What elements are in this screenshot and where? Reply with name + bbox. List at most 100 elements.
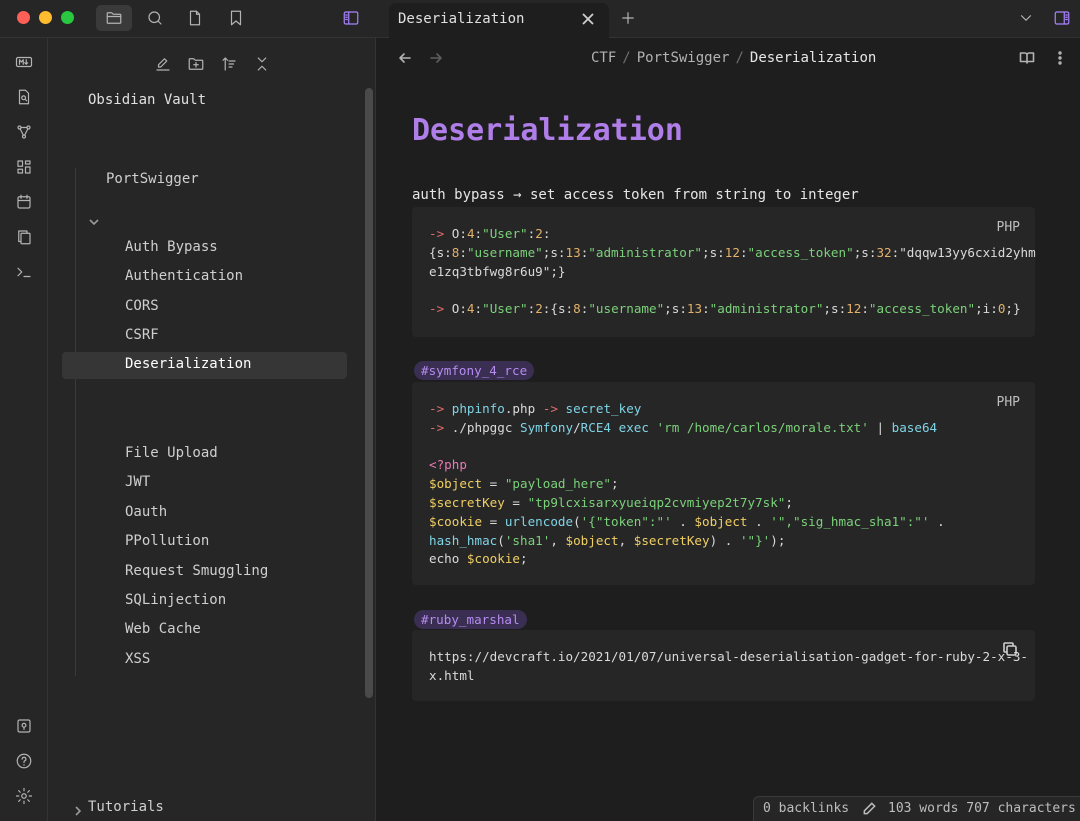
sidebar-folder-portswigger[interactable]: PortSwigger <box>106 171 199 187</box>
code1-line-0: O:4:"User":2: <box>451 226 551 241</box>
collapse-all-button[interactable] <box>251 53 273 75</box>
folder-icon <box>106 12 122 24</box>
title-bar: Deserialization <box>0 0 1080 38</box>
sidebar-item-request-smuggling[interactable]: Request Smuggling <box>125 563 268 579</box>
vault-switcher-button[interactable] <box>13 715 35 737</box>
markdown-button[interactable] <box>13 51 35 73</box>
help-icon <box>16 753 32 769</box>
copy-pages-icon <box>18 230 31 245</box>
sidebar-item-authentication[interactable]: Authentication <box>125 268 243 284</box>
toggle-left-sidebar-button[interactable] <box>333 5 369 31</box>
word-count: 103 words 707 characters <box>888 801 1076 816</box>
breadcrumb-ctf[interactable]: CTF <box>591 50 616 66</box>
backlinks-count[interactable]: 0 backlinks <box>763 801 849 816</box>
more-vertical-icon <box>1058 51 1062 65</box>
tag-ruby-marshal[interactable]: #ruby_marshal <box>414 610 527 629</box>
vault-icon <box>17 719 31 733</box>
sidebar-item-oauth[interactable]: Oauth <box>125 504 167 520</box>
bookmark-icon <box>230 10 242 26</box>
sidebar-item-file-upload[interactable]: File Upload <box>125 445 218 461</box>
sidebar-item-sqlinjection[interactable]: SQLinjection <box>125 592 226 608</box>
forward-button[interactable] <box>428 50 446 68</box>
search-file-button[interactable] <box>13 86 35 108</box>
graph-view-button[interactable] <box>13 121 35 143</box>
tab-list-button[interactable] <box>1008 5 1044 31</box>
tab-close-button[interactable] <box>581 11 599 29</box>
sort-button[interactable] <box>218 53 240 75</box>
sidebar-item-csrf[interactable]: CSRF <box>125 327 159 343</box>
canvas-button[interactable] <box>13 156 35 178</box>
chevron-right-icon <box>72 802 86 816</box>
search-button[interactable] <box>137 5 173 31</box>
sidebar-item-auth-bypass[interactable]: Auth Bypass <box>125 239 218 255</box>
graph-icon <box>17 125 31 139</box>
code3-line-1: x.html <box>429 667 475 683</box>
bookmarks-button[interactable] <box>218 5 254 31</box>
help-button[interactable] <box>13 750 35 772</box>
maximize-window-button[interactable] <box>61 11 74 24</box>
close-window-button[interactable] <box>17 11 30 24</box>
calendar-icon <box>17 194 31 209</box>
sidebar-left-icon <box>343 11 359 25</box>
new-folder-button[interactable] <box>185 53 207 75</box>
code-block-2[interactable]: PHP -> phpinfo.php -> secret_key -> ./ph… <box>412 382 1035 585</box>
code2-line-1: -> ./phpggc Symfony/RCE4 exec 'rm /home/… <box>429 419 938 435</box>
reading-view-button[interactable] <box>1019 50 1037 68</box>
dashboard-icon <box>17 160 31 174</box>
tree-guide-line <box>75 168 76 676</box>
new-file-button[interactable] <box>177 5 213 31</box>
new-tab-button[interactable] <box>610 5 646 31</box>
templates-button[interactable] <box>13 226 35 248</box>
code-block-3[interactable]: https://devcraft.io/2021/01/07/universal… <box>412 630 1035 701</box>
markdown-icon <box>15 56 33 68</box>
plus-icon <box>622 12 634 24</box>
sidebar-item-web-cache[interactable]: Web Cache <box>125 621 201 637</box>
collapse-icon <box>257 57 267 71</box>
sidebar-item-deserialization[interactable]: Deserialization <box>125 356 251 372</box>
pencil-icon <box>863 802 876 815</box>
command-palette-button[interactable] <box>13 261 35 283</box>
code1-line-2: e1zq3tbfwg8r6u9";} <box>429 263 566 279</box>
tag-symfony[interactable]: #symfony_4_rce <box>414 361 535 380</box>
ribbon <box>0 38 48 821</box>
code-content: -> phpinfo.php -> secret_key -> ./phpggc… <box>429 400 945 569</box>
settings-button[interactable] <box>13 785 35 807</box>
breadcrumb-portswigger[interactable]: PortSwigger <box>637 50 730 66</box>
vault-name: Obsidian Vault <box>88 92 207 108</box>
back-button[interactable] <box>397 50 415 68</box>
code2-line-7: hash_hmac('sha1', $object, $secretKey) .… <box>429 532 786 548</box>
sidebar-item-cors[interactable]: CORS <box>125 298 159 314</box>
code2-line-6: $cookie = urlencode('{"token":"' . $obje… <box>429 513 945 529</box>
sidebar-folder-tutorials[interactable]: Tutorials <box>88 799 164 815</box>
arrow-right-icon <box>430 53 442 63</box>
code2-line-0: -> phpinfo.php -> secret_key <box>429 401 642 416</box>
file-search-icon <box>18 89 30 105</box>
code2-line-8: echo $cookie; <box>429 551 528 567</box>
arrow-left-icon <box>399 53 411 63</box>
code-content: https://devcraft.io/2021/01/07/universal… <box>429 648 1028 686</box>
code1-line-1: {s:8:"username";s:13:"administrator";s:1… <box>429 244 1036 260</box>
status-bar: 0 backlinks 103 words 707 characters <box>753 796 1080 821</box>
folder-plus-icon <box>188 58 204 70</box>
more-options-button[interactable] <box>1052 50 1070 68</box>
sidebar-item-ppollution[interactable]: PPollution <box>125 533 209 549</box>
code-block-1[interactable]: PHP -> O:4:"User":2: {s:8:"username";s:1… <box>412 207 1036 337</box>
sidebar-item-xss[interactable]: XSS <box>125 651 150 667</box>
breadcrumb-current[interactable]: Deserialization <box>750 50 876 66</box>
sidebar-scrollbar[interactable] <box>365 88 373 698</box>
code2-line-3: <?php <box>429 457 467 473</box>
sidebar-item-jwt[interactable]: JWT <box>125 474 150 490</box>
tab-title: Deserialization <box>398 11 525 27</box>
search-icon <box>148 11 162 25</box>
daily-note-button[interactable] <box>13 191 35 213</box>
sidebar-right-icon <box>1054 11 1070 25</box>
code1-line-4: -> O:4:"User":2:{s:8:"username";s:13:"ad… <box>429 301 1021 317</box>
tab-deserialization[interactable]: Deserialization <box>389 3 609 38</box>
note-text: auth bypass → set access token from stri… <box>412 187 859 203</box>
toggle-right-sidebar-button[interactable] <box>1044 5 1080 31</box>
edit-mode-button[interactable] <box>862 801 878 817</box>
file-explorer: Obsidian Vault Tutorials <box>48 38 376 821</box>
file-explorer-button[interactable] <box>96 5 132 31</box>
minimize-window-button[interactable] <box>39 11 52 24</box>
new-note-button[interactable] <box>152 53 174 75</box>
